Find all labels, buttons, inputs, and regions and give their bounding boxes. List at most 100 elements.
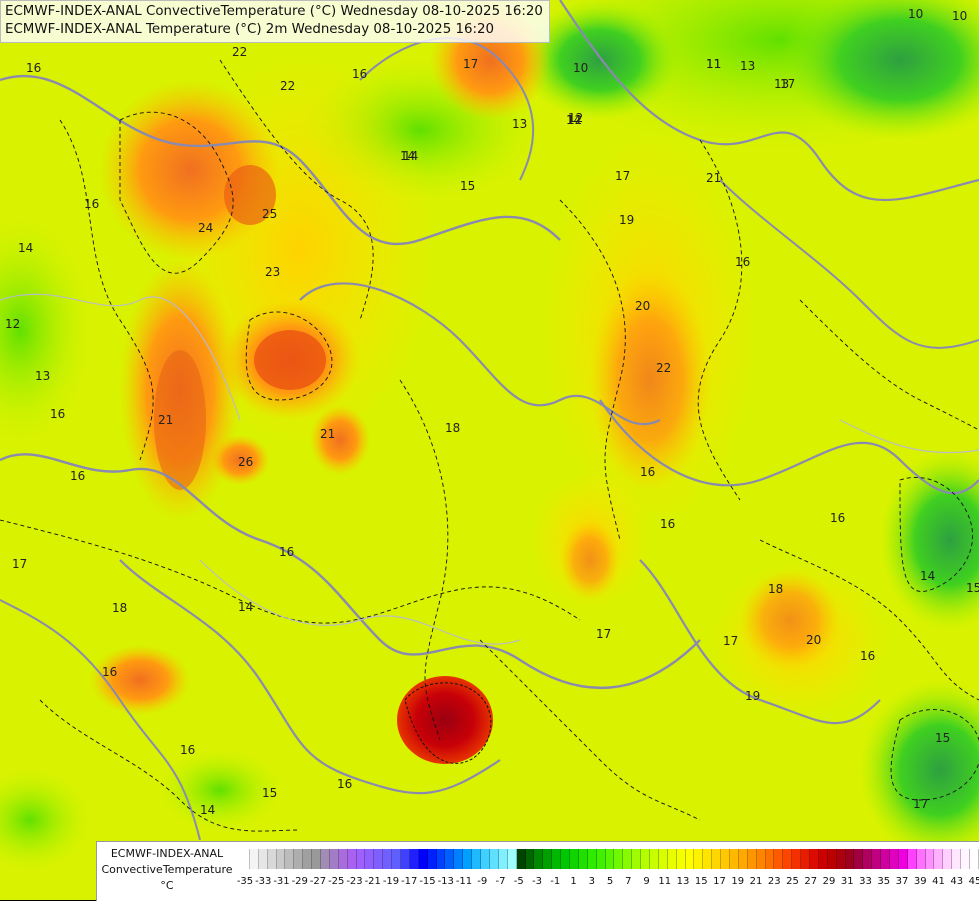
legend-swatch bbox=[961, 849, 971, 869]
legend-swatch bbox=[738, 849, 748, 869]
legend-unit: °C bbox=[160, 879, 174, 892]
legend-swatch bbox=[561, 849, 570, 869]
map-title-box: ECMWF-INDEX-ANAL ConvectiveTemperature (… bbox=[0, 0, 550, 43]
contour-label: 14 bbox=[920, 569, 935, 583]
legend-tick-label: 17 bbox=[713, 876, 726, 887]
color-legend: ECMWF-INDEX-ANAL ConvectiveTemperature °… bbox=[96, 841, 979, 901]
legend-label: ECMWF-INDEX-ANAL ConvectiveTemperature °… bbox=[97, 846, 237, 894]
legend-swatch bbox=[454, 849, 464, 869]
legend-swatch bbox=[258, 849, 268, 869]
legend-swatch bbox=[845, 849, 855, 869]
contour-label: 16 bbox=[26, 61, 41, 75]
legend-tick-label: -9 bbox=[477, 876, 488, 887]
contour-label: 17 bbox=[913, 797, 928, 811]
legend-swatch bbox=[765, 849, 775, 869]
legend-swatch bbox=[729, 849, 739, 869]
legend-swatch bbox=[525, 849, 535, 869]
legend-swatch bbox=[685, 849, 695, 869]
legend-swatch bbox=[898, 849, 908, 869]
contour-label: 17 bbox=[596, 627, 611, 641]
legend-swatch bbox=[409, 849, 419, 869]
contour-label: 17 bbox=[12, 557, 27, 571]
legend-swatch bbox=[489, 849, 499, 869]
contour-label: 15 bbox=[460, 179, 475, 193]
legend-swatch bbox=[925, 849, 935, 869]
legend-swatch bbox=[667, 849, 677, 869]
legend-swatch bbox=[703, 849, 713, 869]
contour-label: 20 bbox=[806, 633, 821, 647]
legend-swatch bbox=[338, 849, 348, 869]
legend-tick-label: 37 bbox=[895, 876, 909, 887]
legend-tick-label: 27 bbox=[804, 876, 818, 887]
legend-swatch bbox=[498, 849, 508, 869]
legend-tick-label: 43 bbox=[950, 876, 964, 887]
legend-swatch bbox=[952, 849, 962, 869]
contour-label: 18 bbox=[445, 421, 460, 435]
legend-tick-label: 39 bbox=[913, 876, 927, 887]
legend-tick-label: 41 bbox=[932, 876, 945, 887]
contour-label: 16 bbox=[84, 197, 99, 211]
legend-tick-label: -1 bbox=[550, 876, 561, 887]
legend-swatch bbox=[276, 849, 286, 869]
weather-map[interactable]: 16 22 22 16 17 10 13 14 12 13 11 14 16 15 17 16 14 19 21 25… bbox=[0, 0, 979, 900]
legend-swatch bbox=[632, 849, 642, 869]
legend-swatch bbox=[463, 849, 473, 869]
legend-swatch bbox=[827, 849, 837, 869]
contour-label: 14 bbox=[200, 803, 215, 817]
contour-label: 17 bbox=[780, 77, 795, 91]
legend-tick-label: -33 bbox=[255, 876, 272, 887]
legend-swatch bbox=[756, 849, 766, 869]
contour-label: 21 bbox=[706, 171, 721, 185]
contour-label: 12 bbox=[567, 113, 582, 127]
legend-tick-label: 13 bbox=[676, 876, 690, 887]
legend-swatch bbox=[747, 849, 757, 869]
contour-label: 19 bbox=[745, 689, 760, 703]
legend-swatch bbox=[374, 849, 384, 869]
contour-label: 13 bbox=[512, 117, 527, 131]
contour-label: 16 bbox=[279, 545, 294, 559]
contour-label: 11 bbox=[706, 57, 721, 71]
legend-tick-label: 45 bbox=[968, 876, 979, 887]
contour-label: 16 bbox=[70, 469, 85, 483]
legend-tick-label: -5 bbox=[513, 876, 524, 887]
legend-swatch bbox=[267, 849, 277, 869]
legend-swatch bbox=[907, 849, 917, 869]
contour-label: 18 bbox=[768, 582, 783, 596]
legend-swatch bbox=[427, 849, 437, 869]
legend-swatch bbox=[614, 849, 624, 869]
contour-label: 16 bbox=[830, 511, 845, 525]
contour-label: 25 bbox=[262, 207, 277, 221]
temperature-map-canvas: 1622221617 1013 14121311141615171614192125… bbox=[0, 0, 979, 900]
legend-swatch bbox=[356, 849, 366, 869]
legend-tick-label: -31 bbox=[273, 876, 290, 887]
contour-label: 17 bbox=[723, 634, 738, 648]
contour-label: 17 bbox=[463, 57, 478, 71]
legend-tick-label: -13 bbox=[437, 876, 454, 887]
legend-swatch bbox=[970, 849, 979, 869]
legend-swatch bbox=[303, 849, 313, 869]
legend-tick-label: 25 bbox=[786, 876, 799, 887]
contour-label: 16 bbox=[660, 517, 675, 531]
contour-label: 24 bbox=[198, 221, 213, 235]
legend-swatch bbox=[401, 849, 410, 869]
legend-tick-label: 9 bbox=[643, 876, 650, 887]
legend-tick-label: 15 bbox=[694, 876, 708, 887]
legend-tick-label: 33 bbox=[859, 876, 872, 887]
contour-label: 16 bbox=[860, 649, 875, 663]
legend-swatch bbox=[774, 849, 784, 869]
contour-label: 16 bbox=[337, 777, 352, 791]
legend-tick-label: -19 bbox=[382, 876, 400, 887]
legend-swatches bbox=[241, 849, 979, 869]
contour-label: 26 bbox=[238, 455, 253, 469]
legend-tick-label: -25 bbox=[328, 876, 345, 887]
legend-swatch bbox=[312, 849, 322, 869]
legend-swatch bbox=[481, 849, 490, 869]
legend-swatch bbox=[694, 849, 704, 869]
legend-tick-label: 31 bbox=[840, 876, 854, 887]
legend-tick-label: -27 bbox=[309, 876, 327, 887]
contour-label: 21 bbox=[320, 427, 335, 441]
legend-tick-label: -21 bbox=[364, 876, 381, 887]
legend-swatch bbox=[516, 849, 526, 869]
legend-swatch bbox=[436, 849, 446, 869]
legend-swatch bbox=[365, 849, 375, 869]
